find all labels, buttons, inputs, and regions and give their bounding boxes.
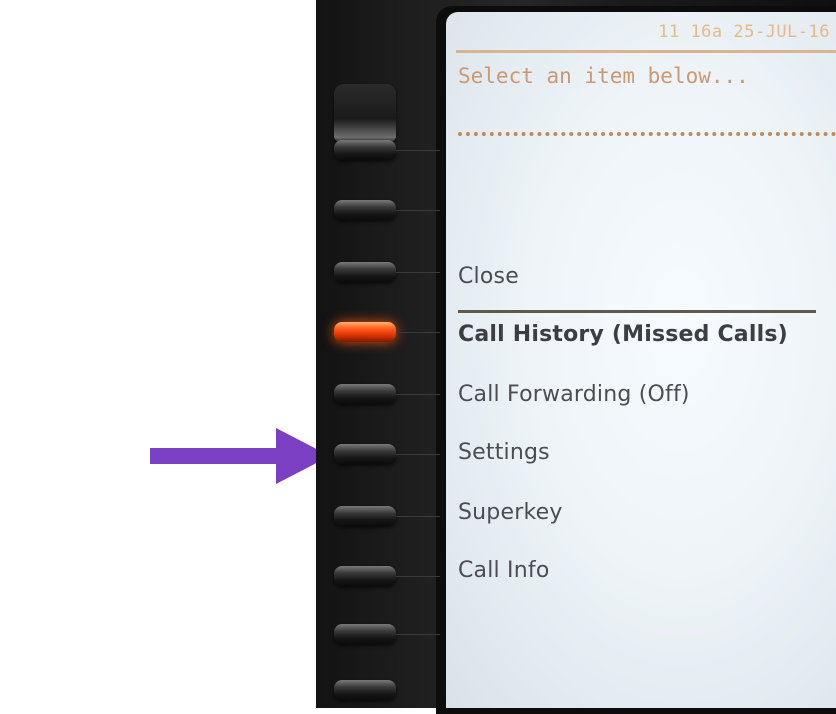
line-key-9[interactable] [334,624,396,644]
line-key-superkey[interactable] [334,506,396,526]
line-key-3[interactable] [334,262,396,282]
line-key-call-info[interactable] [334,566,396,586]
line-key-top[interactable] [334,84,396,142]
menu-item-call-history[interactable]: Call History (Missed Calls) [458,322,788,347]
line-key-settings[interactable] [334,444,396,464]
key-divider [396,576,440,577]
line-key-call-forwarding[interactable] [334,384,396,404]
key-divider [396,272,440,273]
line-key-call-history[interactable] [334,322,396,342]
key-divider [396,332,440,333]
key-divider [396,516,440,517]
line-key-2[interactable] [334,200,396,220]
menu-item-call-forwarding[interactable]: Call Forwarding (Off) [458,382,690,407]
phone-display: 11 16a 25-JUL-16 Select an item below...… [446,12,836,708]
line-key-10[interactable] [334,680,396,700]
menu-item-superkey[interactable]: Superkey [458,500,563,525]
key-divider [396,634,440,635]
arrow-right-icon [150,428,330,484]
key-divider [396,394,440,395]
screen-prompt: Select an item below... [458,64,749,88]
dotted-divider [458,132,836,136]
menu-item-settings[interactable]: Settings [458,440,550,465]
status-time-date: 11 16a 25-JUL-16 [658,22,830,42]
close-divider [458,310,816,313]
key-divider [396,454,440,455]
menu-item-close[interactable]: Close [458,264,519,289]
key-divider [396,210,440,211]
line-key-1[interactable] [334,140,396,160]
menu-item-call-info[interactable]: Call Info [458,558,550,583]
key-divider [396,150,440,151]
status-divider [456,50,836,53]
